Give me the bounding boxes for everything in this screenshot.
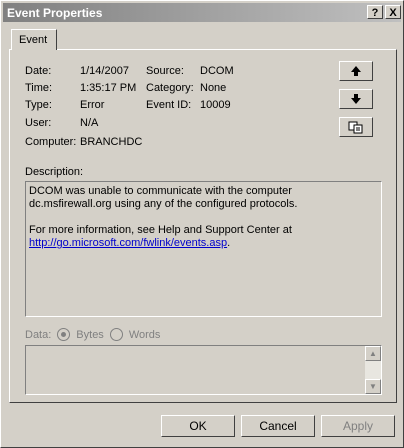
apply-button[interactable]: Apply	[321, 415, 395, 437]
words-radio[interactable]	[109, 328, 123, 341]
category-value: None	[200, 82, 227, 94]
category-label: Category:	[146, 82, 194, 94]
data-textbox[interactable]: ▲ ▼	[25, 345, 382, 395]
type-value: Error	[80, 99, 105, 111]
time-value: 1:35:17 PM	[80, 82, 137, 94]
description-text-line2: For more information, see Help and Suppo…	[29, 224, 292, 236]
source-value: DCOM	[200, 65, 234, 77]
help-link[interactable]: http://go.microsoft.com/fwlink/events.as…	[29, 237, 227, 249]
user-label: User:	[25, 117, 52, 129]
copy-button[interactable]	[339, 117, 373, 137]
scroll-down-icon[interactable]: ▼	[365, 379, 381, 394]
computer-label: Computer:	[25, 136, 77, 148]
description-text-line1: DCOM was unable to communicate with the …	[29, 185, 298, 210]
window-title: Event Properties	[7, 6, 103, 20]
time-label: Time:	[25, 82, 53, 94]
description-textbox[interactable]: DCOM was unable to communicate with the …	[25, 181, 382, 317]
copy-icon	[348, 121, 363, 133]
eventid-value: 10009	[200, 99, 231, 111]
type-label: Type:	[25, 99, 52, 111]
date-label: Date:	[25, 65, 52, 77]
computer-value: BRANCHDC	[80, 136, 143, 148]
link-suffix: .	[227, 237, 231, 249]
ok-button[interactable]: OK	[161, 415, 235, 437]
date-value: 1/14/2007	[80, 65, 129, 77]
arrow-up-icon	[351, 66, 361, 76]
description-label: Description:	[25, 166, 84, 178]
data-format-row: Data: Bytes Words	[25, 328, 160, 341]
source-label: Source:	[146, 65, 184, 77]
eventid-label: Event ID:	[146, 99, 192, 111]
tab-event-label: Event	[19, 34, 48, 46]
next-event-button[interactable]	[339, 89, 373, 109]
words-radio-label: Words	[128, 328, 161, 341]
title-bar[interactable]: Event Properties ? X	[3, 3, 401, 22]
bytes-radio[interactable]	[57, 328, 71, 341]
close-button[interactable]: X	[385, 5, 401, 19]
event-properties-window: Event Properties ? X Event Date: 1/14/20…	[0, 0, 404, 448]
data-scrollbar[interactable]: ▲ ▼	[365, 346, 381, 394]
arrow-down-icon	[351, 94, 361, 104]
bytes-radio-label: Bytes	[76, 328, 104, 341]
previous-event-button[interactable]	[339, 61, 373, 81]
help-button[interactable]: ?	[367, 5, 383, 19]
cancel-button[interactable]: Cancel	[241, 415, 315, 437]
tab-event[interactable]: Event	[11, 29, 57, 50]
data-label: Data:	[25, 328, 52, 341]
user-value: N/A	[80, 117, 99, 129]
scroll-up-icon[interactable]: ▲	[365, 346, 381, 361]
